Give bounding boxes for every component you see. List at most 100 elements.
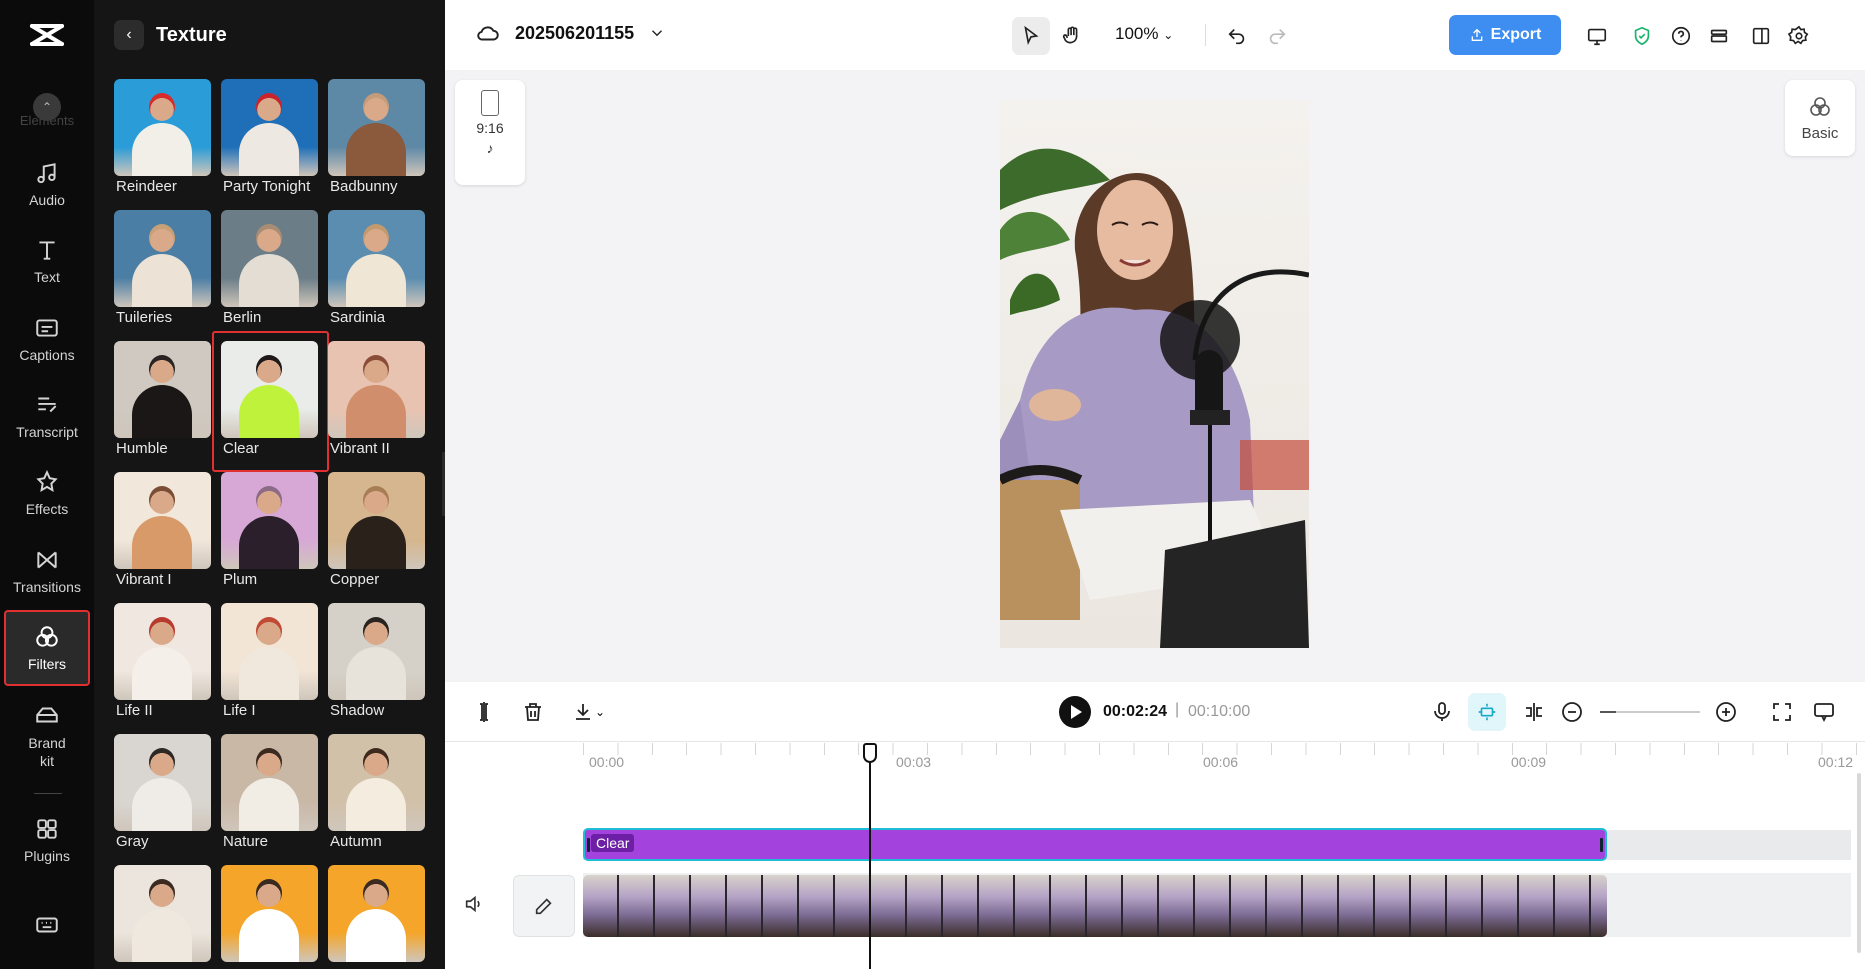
clip-trim-handle-right[interactable] <box>1600 838 1603 852</box>
filter-thumbnail <box>328 734 425 831</box>
filter-clip[interactable]: Clear <box>583 828 1607 861</box>
filter-tile[interactable]: Party Tonight <box>221 79 318 195</box>
filter-tile[interactable]: Vibrant II <box>328 341 425 457</box>
minus-circle-icon <box>1562 702 1582 722</box>
track-volume-button[interactable] <box>463 893 489 919</box>
help-button[interactable] <box>1662 17 1700 55</box>
video-clip[interactable] <box>583 875 1607 937</box>
filter-tile[interactable]: Vibrant I <box>114 472 211 588</box>
rail-item-plugins[interactable]: Plugins <box>4 802 90 878</box>
effects-icon <box>36 469 58 493</box>
filter-name: Clear <box>223 440 259 457</box>
filter-tile[interactable]: Berlin <box>221 210 318 326</box>
timeline-scrollbar[interactable] <box>1857 773 1861 953</box>
edit-cover-button[interactable] <box>513 875 575 937</box>
rail-item-effects[interactable]: Effects <box>4 455 90 531</box>
filter-thumbnail <box>114 603 211 700</box>
filter-tile[interactable]: Life II <box>114 603 211 719</box>
filter-tile[interactable]: Copper <box>328 472 425 588</box>
filter-tile[interactable]: Plum <box>221 472 318 588</box>
project-title[interactable]: 202506201155 <box>475 20 666 46</box>
filter-thumbnail <box>114 734 211 831</box>
filter-thumbnail <box>221 734 318 831</box>
select-tool-button[interactable] <box>1012 17 1050 55</box>
transcript-icon <box>38 397 57 413</box>
aspect-ratio-selector[interactable]: 9:16 ♪ <box>455 80 525 185</box>
filter-tile[interactable]: Badbunny <box>328 79 425 195</box>
layout-button[interactable] <box>1742 17 1780 55</box>
timeline[interactable]: 00:00 00:03 00:06 00:09 00:12 Clear <box>445 743 1865 969</box>
magnet-icon <box>1478 703 1496 721</box>
playhead-handle[interactable] <box>863 743 877 763</box>
filter-tile[interactable]: Autumn <box>328 734 425 850</box>
security-button[interactable] <box>1623 17 1661 55</box>
split-icon <box>480 702 488 722</box>
filter-tile[interactable]: Reindeer <box>114 79 211 195</box>
feedback-button[interactable] <box>1810 698 1838 726</box>
basic-properties-button[interactable]: Basic <box>1785 80 1855 156</box>
filter-name: Vibrant II <box>330 440 390 457</box>
clip-trim-handle-left[interactable] <box>587 838 590 852</box>
filter-thumbnail <box>328 865 425 962</box>
settings-button[interactable] <box>1780 17 1818 55</box>
hand-tool-button[interactable] <box>1053 17 1091 55</box>
playhead-line[interactable] <box>869 743 871 969</box>
rail-item-transitions[interactable]: Transitions <box>4 533 90 609</box>
zoom-dropdown[interactable]: 100% ⌄ <box>1115 24 1173 44</box>
split-button[interactable] <box>470 698 498 726</box>
rail-item-brand-kit[interactable]: Brand kit <box>4 695 90 777</box>
split-scene-button[interactable] <box>1520 698 1548 726</box>
redo-button[interactable] <box>1258 17 1296 55</box>
keyboard-shortcuts-button[interactable] <box>4 890 90 960</box>
stack-icon <box>1710 29 1728 43</box>
rail-item-captions[interactable]: Captions <box>4 301 90 377</box>
filter-tile[interactable]: Sardinia <box>328 210 425 326</box>
filter-tile[interactable]: Shadow <box>328 603 425 719</box>
filter-tile[interactable] <box>328 865 425 962</box>
filter-tile[interactable]: Humble <box>114 341 211 457</box>
plugins-icon <box>37 819 57 839</box>
layers-button[interactable] <box>1700 17 1738 55</box>
filter-tile[interactable] <box>221 865 318 962</box>
zoom-in-button[interactable] <box>1712 698 1740 726</box>
filter-thumbnail <box>328 472 425 569</box>
filter-thumbnail <box>114 472 211 569</box>
speaker-icon <box>465 895 480 913</box>
undo-button[interactable] <box>1218 17 1256 55</box>
download-dropdown[interactable]: ⌄ <box>567 698 609 726</box>
filter-thumbnail <box>114 341 211 438</box>
rail-item-label: Transcript <box>16 424 78 440</box>
capcut-logo-icon[interactable] <box>28 18 66 52</box>
fit-timeline-button[interactable] <box>1768 698 1796 726</box>
filter-tile[interactable]: Gray <box>114 734 211 850</box>
play-button[interactable] <box>1059 696 1091 728</box>
rail-item-text[interactable]: Text <box>4 223 90 299</box>
filter-thumbnail <box>114 865 211 962</box>
filter-tile[interactable] <box>114 865 211 962</box>
filter-tile[interactable]: Clear <box>212 331 329 472</box>
filter-name: Party Tonight <box>223 178 311 195</box>
back-button[interactable]: ‹ <box>114 20 144 50</box>
filter-tile[interactable]: Tuileries <box>114 210 211 326</box>
filter-name: Tuileries <box>116 309 173 326</box>
export-button[interactable]: Export <box>1449 15 1561 55</box>
split-vertical-icon <box>1526 703 1542 721</box>
record-voice-button[interactable] <box>1428 698 1456 726</box>
present-button[interactable] <box>1578 17 1616 55</box>
filter-name: Shadow <box>330 702 385 719</box>
video-preview[interactable] <box>1000 100 1309 648</box>
filter-tile[interactable]: Life I <box>221 603 318 719</box>
rail-item-audio[interactable]: Audio <box>4 146 90 222</box>
video-frame <box>1000 148 1309 648</box>
split-panel-icon <box>1752 27 1770 45</box>
zoom-out-button[interactable] <box>1558 698 1586 726</box>
upload-icon <box>1471 28 1482 41</box>
pencil-icon <box>535 898 552 915</box>
auto-snap-toggle[interactable] <box>1468 693 1506 731</box>
delete-button[interactable] <box>519 698 547 726</box>
rail-item-filters[interactable]: Filters <box>4 610 90 686</box>
filter-tile[interactable]: Nature <box>221 734 318 850</box>
timeline-zoom-slider[interactable] <box>1600 711 1700 713</box>
rail-scroll-up-button[interactable]: ⌃ <box>33 93 61 121</box>
rail-item-transcript[interactable]: Transcript <box>4 378 90 454</box>
